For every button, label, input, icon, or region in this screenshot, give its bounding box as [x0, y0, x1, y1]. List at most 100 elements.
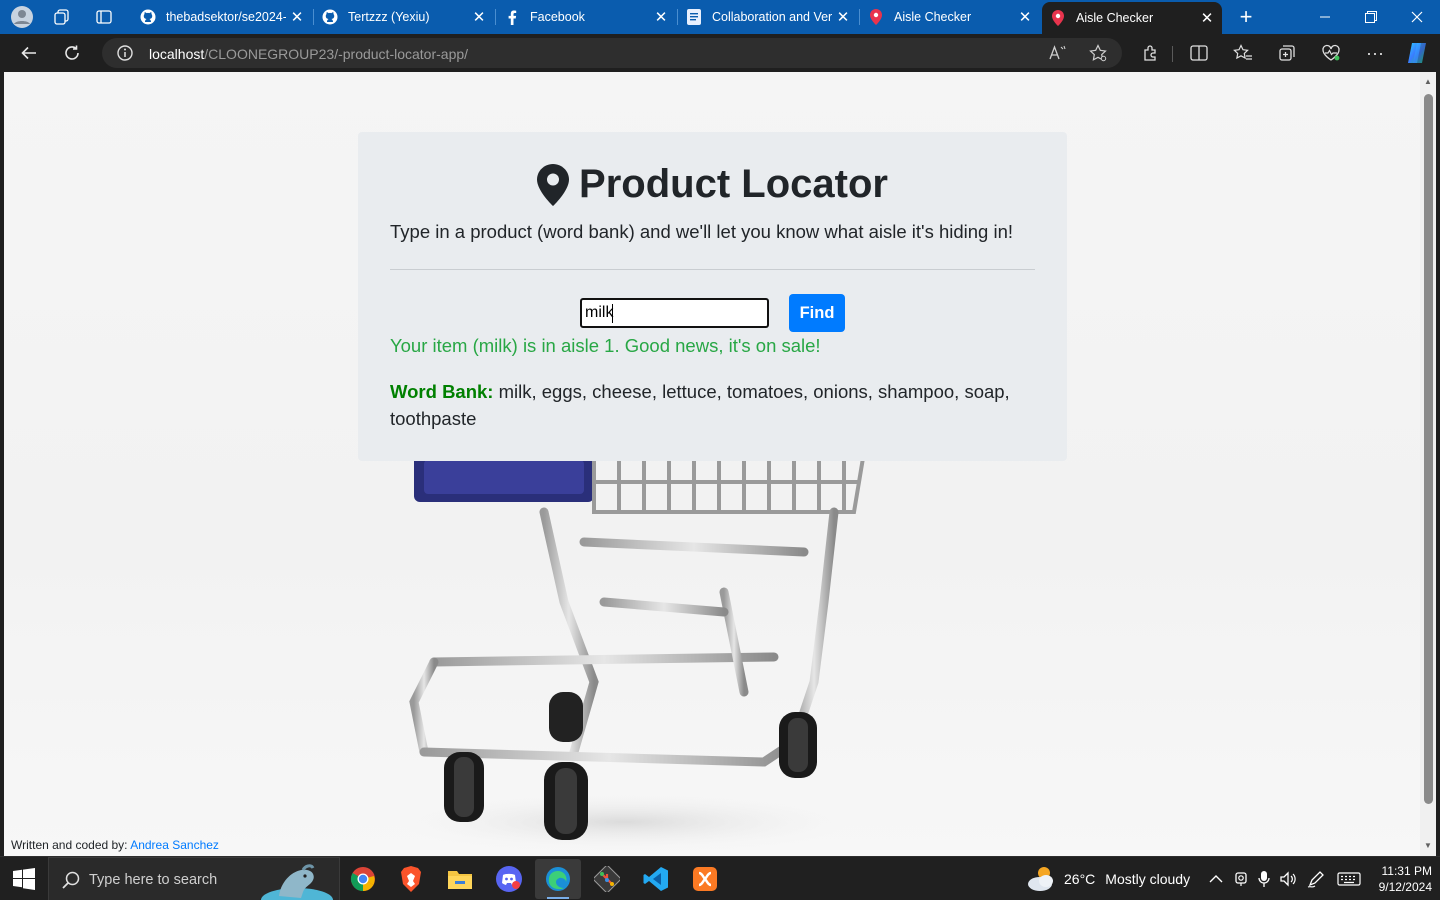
word-bank-label: Word Bank:: [390, 381, 494, 402]
settings-more-button[interactable]: ···: [1363, 42, 1387, 64]
pen-tray-icon[interactable]: [1306, 869, 1326, 889]
copilot-icon: [1408, 43, 1426, 63]
close-tab-icon[interactable]: ✕: [286, 6, 308, 28]
show-hidden-icons-button[interactable]: [1206, 869, 1226, 889]
close-tab-icon[interactable]: ✕: [1014, 6, 1036, 28]
tab-title: Aisle Checker: [1076, 11, 1154, 25]
window-border: [1436, 72, 1440, 856]
product-locator-card: Product Locator Type in a product (word …: [358, 132, 1067, 461]
close-tab-icon[interactable]: ✕: [1196, 7, 1218, 29]
tab-title: Facebook: [530, 10, 585, 24]
split-screen-icon: [1190, 45, 1208, 61]
scrollbar-thumb[interactable]: [1424, 94, 1433, 804]
shopping-cart-background-image: [384, 452, 866, 852]
taskbar-chrome[interactable]: [340, 859, 386, 899]
result-message: Your item (milk) is in aisle 1. Good new…: [390, 335, 821, 356]
close-tab-icon[interactable]: ✕: [468, 6, 490, 28]
read-aloud-icon[interactable]: [1048, 44, 1068, 62]
split-screen-button[interactable]: [1187, 42, 1211, 64]
map-pin-icon: [868, 9, 884, 25]
windows-logo-icon: [13, 868, 35, 890]
camera-tray-icon[interactable]: [1231, 869, 1251, 889]
scroll-up-arrow-icon[interactable]: ▲: [1420, 74, 1436, 88]
refresh-button[interactable]: [57, 39, 87, 67]
address-bar[interactable]: localhost/CLOONEGROUP23/-product-locator…: [102, 38, 1122, 68]
keyboard-tray-icon[interactable]: [1336, 869, 1362, 889]
minimize-button[interactable]: [1302, 0, 1348, 34]
plus-icon: +: [1239, 4, 1253, 29]
vertical-tabs-icon: [96, 10, 112, 24]
workspaces-button[interactable]: [46, 3, 78, 31]
tab-aisle-checker[interactable]: Aisle Checker ✕: [860, 0, 1040, 34]
close-tab-icon[interactable]: ✕: [650, 6, 672, 28]
arrow-left-icon: [21, 46, 36, 60]
microphone-tray-icon[interactable]: [1254, 869, 1274, 889]
collections-icon: [1279, 45, 1295, 61]
close-window-button[interactable]: [1394, 0, 1440, 34]
new-tab-button[interactable]: +: [1230, 3, 1262, 31]
keyboard-icon: [1337, 872, 1361, 886]
refresh-icon: [65, 45, 79, 60]
restore-icon: [1365, 11, 1377, 23]
close-tab-icon[interactable]: ✕: [832, 6, 854, 28]
browser-essentials-button[interactable]: [1319, 42, 1343, 64]
tab-github-se2024[interactable]: thebadsektor/se2024-l ✕: [132, 0, 312, 34]
taskbar-vscode[interactable]: [633, 859, 679, 899]
favorites-icon: [1233, 44, 1252, 60]
restore-button[interactable]: [1348, 0, 1394, 34]
divider: [390, 269, 1035, 270]
product-search-input[interactable]: [580, 298, 769, 328]
puzzle-icon: [1144, 45, 1156, 61]
microphone-icon: [1258, 871, 1270, 887]
taskbar-brave[interactable]: [388, 859, 434, 899]
info-icon[interactable]: [116, 44, 134, 62]
collections-button[interactable]: [1275, 42, 1299, 64]
vertical-scrollbar[interactable]: ▲ ▼: [1420, 72, 1436, 856]
taskbar-xampp[interactable]: [682, 859, 728, 899]
windows-taskbar: Type here to search 26°C Mostly cloudy 1…: [0, 856, 1440, 900]
profile-icon: [11, 6, 33, 28]
clock-date: 9/12/2024: [1378, 880, 1432, 894]
tab-strip: thebadsektor/se2024-l ✕ Tertzzz (Yexiu) …: [0, 0, 1440, 34]
taskbar-file-explorer[interactable]: [437, 859, 483, 899]
extensions-button[interactable]: [1139, 42, 1163, 64]
tab-github-tertzzz[interactable]: Tertzzz (Yexiu) ✕: [314, 0, 494, 34]
github-icon: [140, 9, 156, 25]
github-icon: [322, 9, 338, 25]
tab-aisle-checker-active[interactable]: Aisle Checker ✕: [1042, 2, 1222, 34]
more-horizontal-icon: ···: [1366, 42, 1384, 63]
author-link[interactable]: Andrea Sanchez: [130, 838, 219, 852]
url-text: localhost/CLOONEGROUP23/-product-locator…: [149, 46, 468, 62]
scroll-down-arrow-icon[interactable]: ▼: [1420, 838, 1436, 852]
copilot-button[interactable]: [1405, 42, 1429, 64]
profile-avatar[interactable]: [6, 3, 38, 31]
partly-cloudy-night-icon: [1028, 867, 1053, 891]
taskbar-edge[interactable]: [535, 859, 581, 899]
favorite-star-icon[interactable]: [1088, 44, 1108, 62]
start-button[interactable]: [0, 857, 48, 900]
tab-title: Collaboration and Vers: [712, 10, 832, 24]
taskbar-search-box[interactable]: Type here to search: [48, 857, 340, 900]
xampp-icon: [693, 867, 717, 891]
browser-toolbar: localhost/CLOONEGROUP23/-product-locator…: [0, 34, 1440, 72]
lead-text: Type in a product (word bank) and we'll …: [390, 221, 1014, 242]
volume-tray-icon[interactable]: [1278, 869, 1298, 889]
tab-facebook[interactable]: Facebook ✕: [496, 0, 676, 34]
taskbar-git[interactable]: [584, 859, 630, 899]
system-clock[interactable]: 11:31 PM 9/12/2024: [1362, 863, 1432, 895]
tab-title: Aisle Checker: [894, 10, 972, 24]
vertical-tabs-button[interactable]: [88, 3, 120, 31]
map-pin-icon: [1050, 10, 1066, 26]
discord-icon: [496, 866, 522, 892]
brave-icon: [401, 866, 421, 892]
footer-prefix: Written and coded by:: [11, 838, 128, 852]
taskbar-discord[interactable]: [486, 859, 532, 899]
back-button[interactable]: [14, 39, 44, 67]
find-button[interactable]: Find: [789, 294, 845, 332]
page-viewport: Product Locator Type in a product (word …: [4, 72, 1420, 856]
minimize-icon: [1320, 16, 1330, 18]
tab-google-docs[interactable]: Collaboration and Vers ✕: [678, 0, 858, 34]
weather-widget[interactable]: 26°C Mostly cloudy: [1026, 857, 1190, 900]
file-explorer-icon: [448, 871, 472, 889]
favorites-button[interactable]: [1231, 42, 1255, 64]
